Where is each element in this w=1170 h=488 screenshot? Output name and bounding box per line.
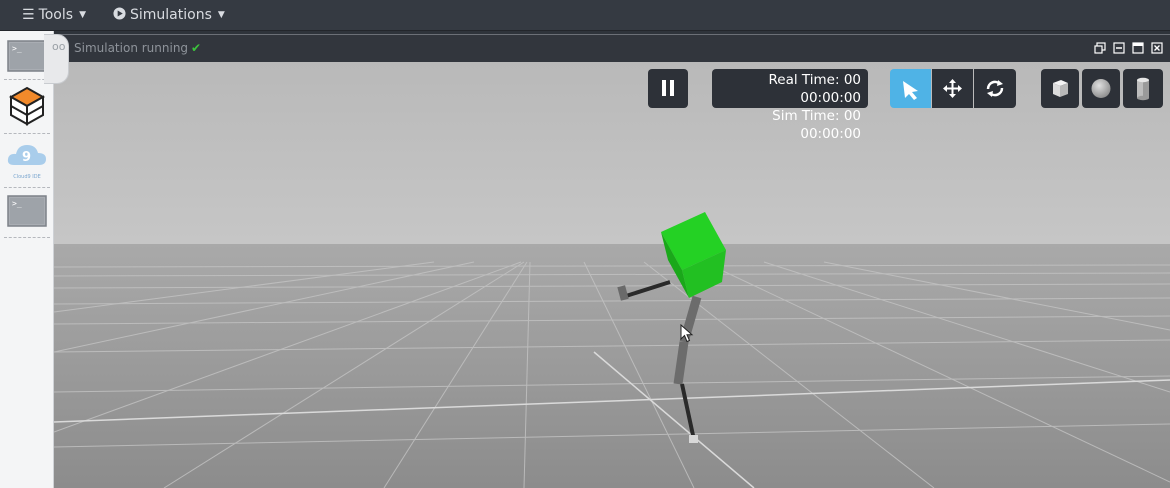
side-panel-tab[interactable]: oo [44, 34, 69, 84]
simulations-menu[interactable]: Simulations ▼ [113, 0, 225, 30]
svg-text:>_: >_ [12, 199, 22, 208]
caret-down-icon: ▼ [79, 10, 86, 20]
simulations-menu-label: Simulations [130, 7, 212, 23]
pause-icon [662, 80, 674, 96]
cylinder-shape-button[interactable] [1123, 69, 1163, 108]
minimize-icon[interactable] [1113, 42, 1125, 54]
terminal-icon: >_ [7, 195, 47, 227]
maximize-icon[interactable] [1132, 42, 1144, 54]
svg-text:9: 9 [22, 150, 31, 165]
sim-time-label: Sim Time: [772, 108, 840, 124]
caret-down-icon: ▼ [217, 10, 225, 20]
select-mode-button[interactable] [890, 69, 931, 108]
window-title-text: Simulation running [74, 41, 189, 55]
hamburger-icon: ☰ [22, 7, 35, 23]
tab-handle-icon: oo [52, 40, 66, 53]
cylinder-icon [1137, 77, 1149, 101]
real-time-row: Real Time: 00 00:00:00 [712, 69, 868, 107]
sidebar-item-gazebo[interactable] [4, 81, 50, 134]
restore-icon[interactable] [1094, 42, 1106, 54]
tools-menu-label: Tools [38, 7, 74, 23]
gazebo-icon [8, 86, 46, 126]
time-display: Real Time: 00 00:00:00 Sim Time: 00 00:0… [712, 69, 868, 142]
sidebar-item-terminal-2[interactable]: >_ [4, 189, 50, 238]
cube-icon [1053, 80, 1068, 97]
pause-button[interactable] [648, 69, 688, 108]
terminal-icon: >_ [7, 40, 47, 72]
real-time-label: Real Time: [768, 72, 840, 88]
translate-mode-button[interactable] [932, 69, 973, 108]
mouse-cursor-icon [680, 324, 694, 343]
tools-menu[interactable]: ☰ Tools ▼ [22, 0, 86, 30]
cloud9-label: Cloud9 IDE [13, 174, 41, 180]
svg-text:>_: >_ [12, 44, 22, 53]
select-arrow-icon [903, 81, 918, 100]
window-title: Simulation running ✔ [74, 35, 201, 62]
rotate-mode-button[interactable] [974, 69, 1016, 108]
move-icon [943, 79, 962, 98]
box-shape-button[interactable] [1041, 69, 1079, 108]
close-icon[interactable] [1151, 42, 1163, 54]
sim-time-row: Sim Time: 00 00:00:00 [712, 107, 868, 143]
window-titlebar: Simulation running ✔ [54, 34, 1170, 62]
cloud9-icon: 9 [7, 145, 46, 165]
play-circle-icon [113, 0, 126, 30]
sphere-shape-button[interactable] [1082, 69, 1120, 108]
rotate-icon [986, 80, 1004, 97]
sphere-icon [1091, 79, 1111, 98]
top-menu-bar: ☰ Tools ▼ Simulations ▼ [0, 0, 1170, 31]
sidebar-item-cloud9[interactable]: 9 Cloud9 IDE [4, 135, 50, 188]
app-sidebar: >_ 9 Cloud9 IDE >_ [0, 31, 54, 488]
3d-viewport[interactable] [54, 62, 1170, 488]
check-icon: ✔ [191, 41, 202, 55]
